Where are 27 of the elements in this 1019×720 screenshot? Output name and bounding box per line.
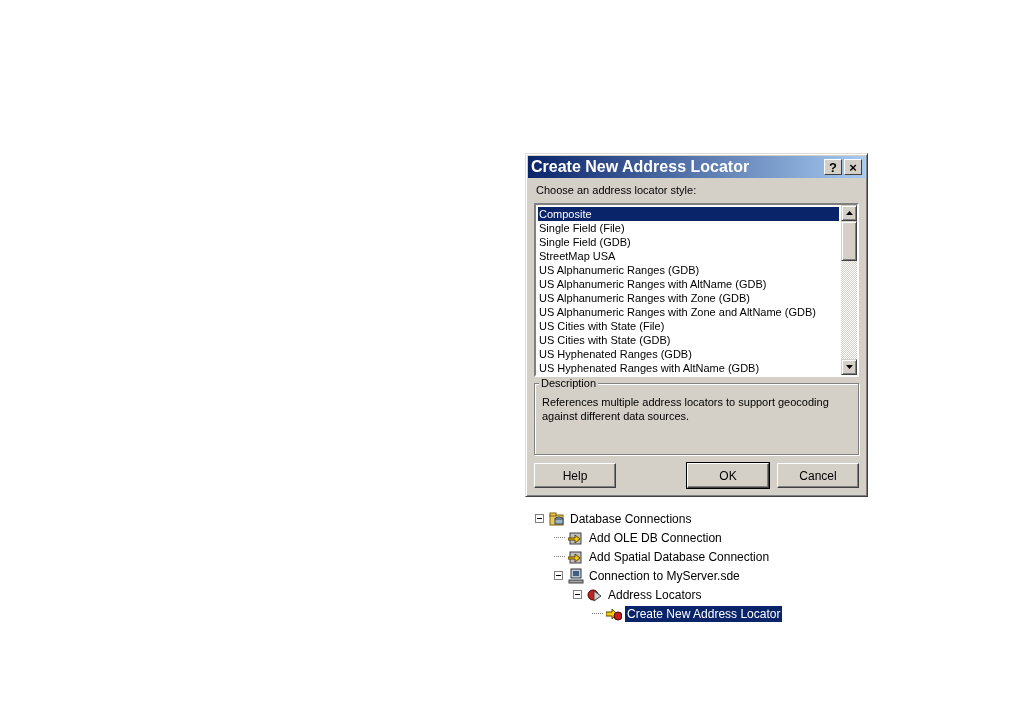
window-title: Create New Address Locator (531, 158, 751, 176)
list-item[interactable]: US Alphanumeric Ranges with AltName (GDB) (538, 277, 839, 291)
list-item[interactable]: Composite (538, 207, 839, 221)
list-item[interactable]: US Alphanumeric Ranges with Zone (GDB) (538, 291, 839, 305)
description-text: References multiple address locators to support geocoding against different data sources. (542, 395, 830, 423)
dialog-button[interactable]: OK (687, 463, 769, 488)
close-button[interactable]: × (844, 159, 862, 175)
list-item[interactable]: US Hyphenated Ranges (GDB) (538, 347, 839, 361)
tree-item[interactable]: Address Locators (606, 586, 704, 603)
list-item[interactable]: Single Field (GDB) (538, 235, 839, 249)
tree-item[interactable]: Connection to MyServer.sde (587, 567, 742, 584)
tree-item[interactable]: Create New Address Locator (625, 605, 783, 622)
list-item[interactable]: US Hyphenated Ranges with AltName (GDB) (538, 361, 839, 375)
tree-item[interactable]: Database Connections (568, 510, 694, 527)
help-button[interactable]: ? (824, 159, 842, 175)
dialog-button[interactable]: Help (534, 463, 616, 488)
list-item[interactable]: Single Field (File) (538, 221, 839, 235)
tree-item[interactable]: Add OLE DB Connection (587, 529, 724, 546)
list-item[interactable]: US Cities with State (File) (538, 319, 839, 333)
list-item[interactable]: StreetMap USA (538, 249, 839, 263)
list-item[interactable]: US Alphanumeric Ranges (GDB) (538, 263, 839, 277)
prompt-label: Choose an address locator style: (536, 184, 698, 196)
list-item[interactable]: US Alphanumeric Ranges with Zone and AltName (GDB) (538, 305, 839, 319)
tree-item[interactable]: Add Spatial Database Connection (587, 548, 772, 565)
list-item[interactable]: US Cities with State (GDB) (538, 333, 839, 347)
dialog-button[interactable]: Cancel (777, 463, 859, 488)
group-title: Description (539, 377, 599, 389)
